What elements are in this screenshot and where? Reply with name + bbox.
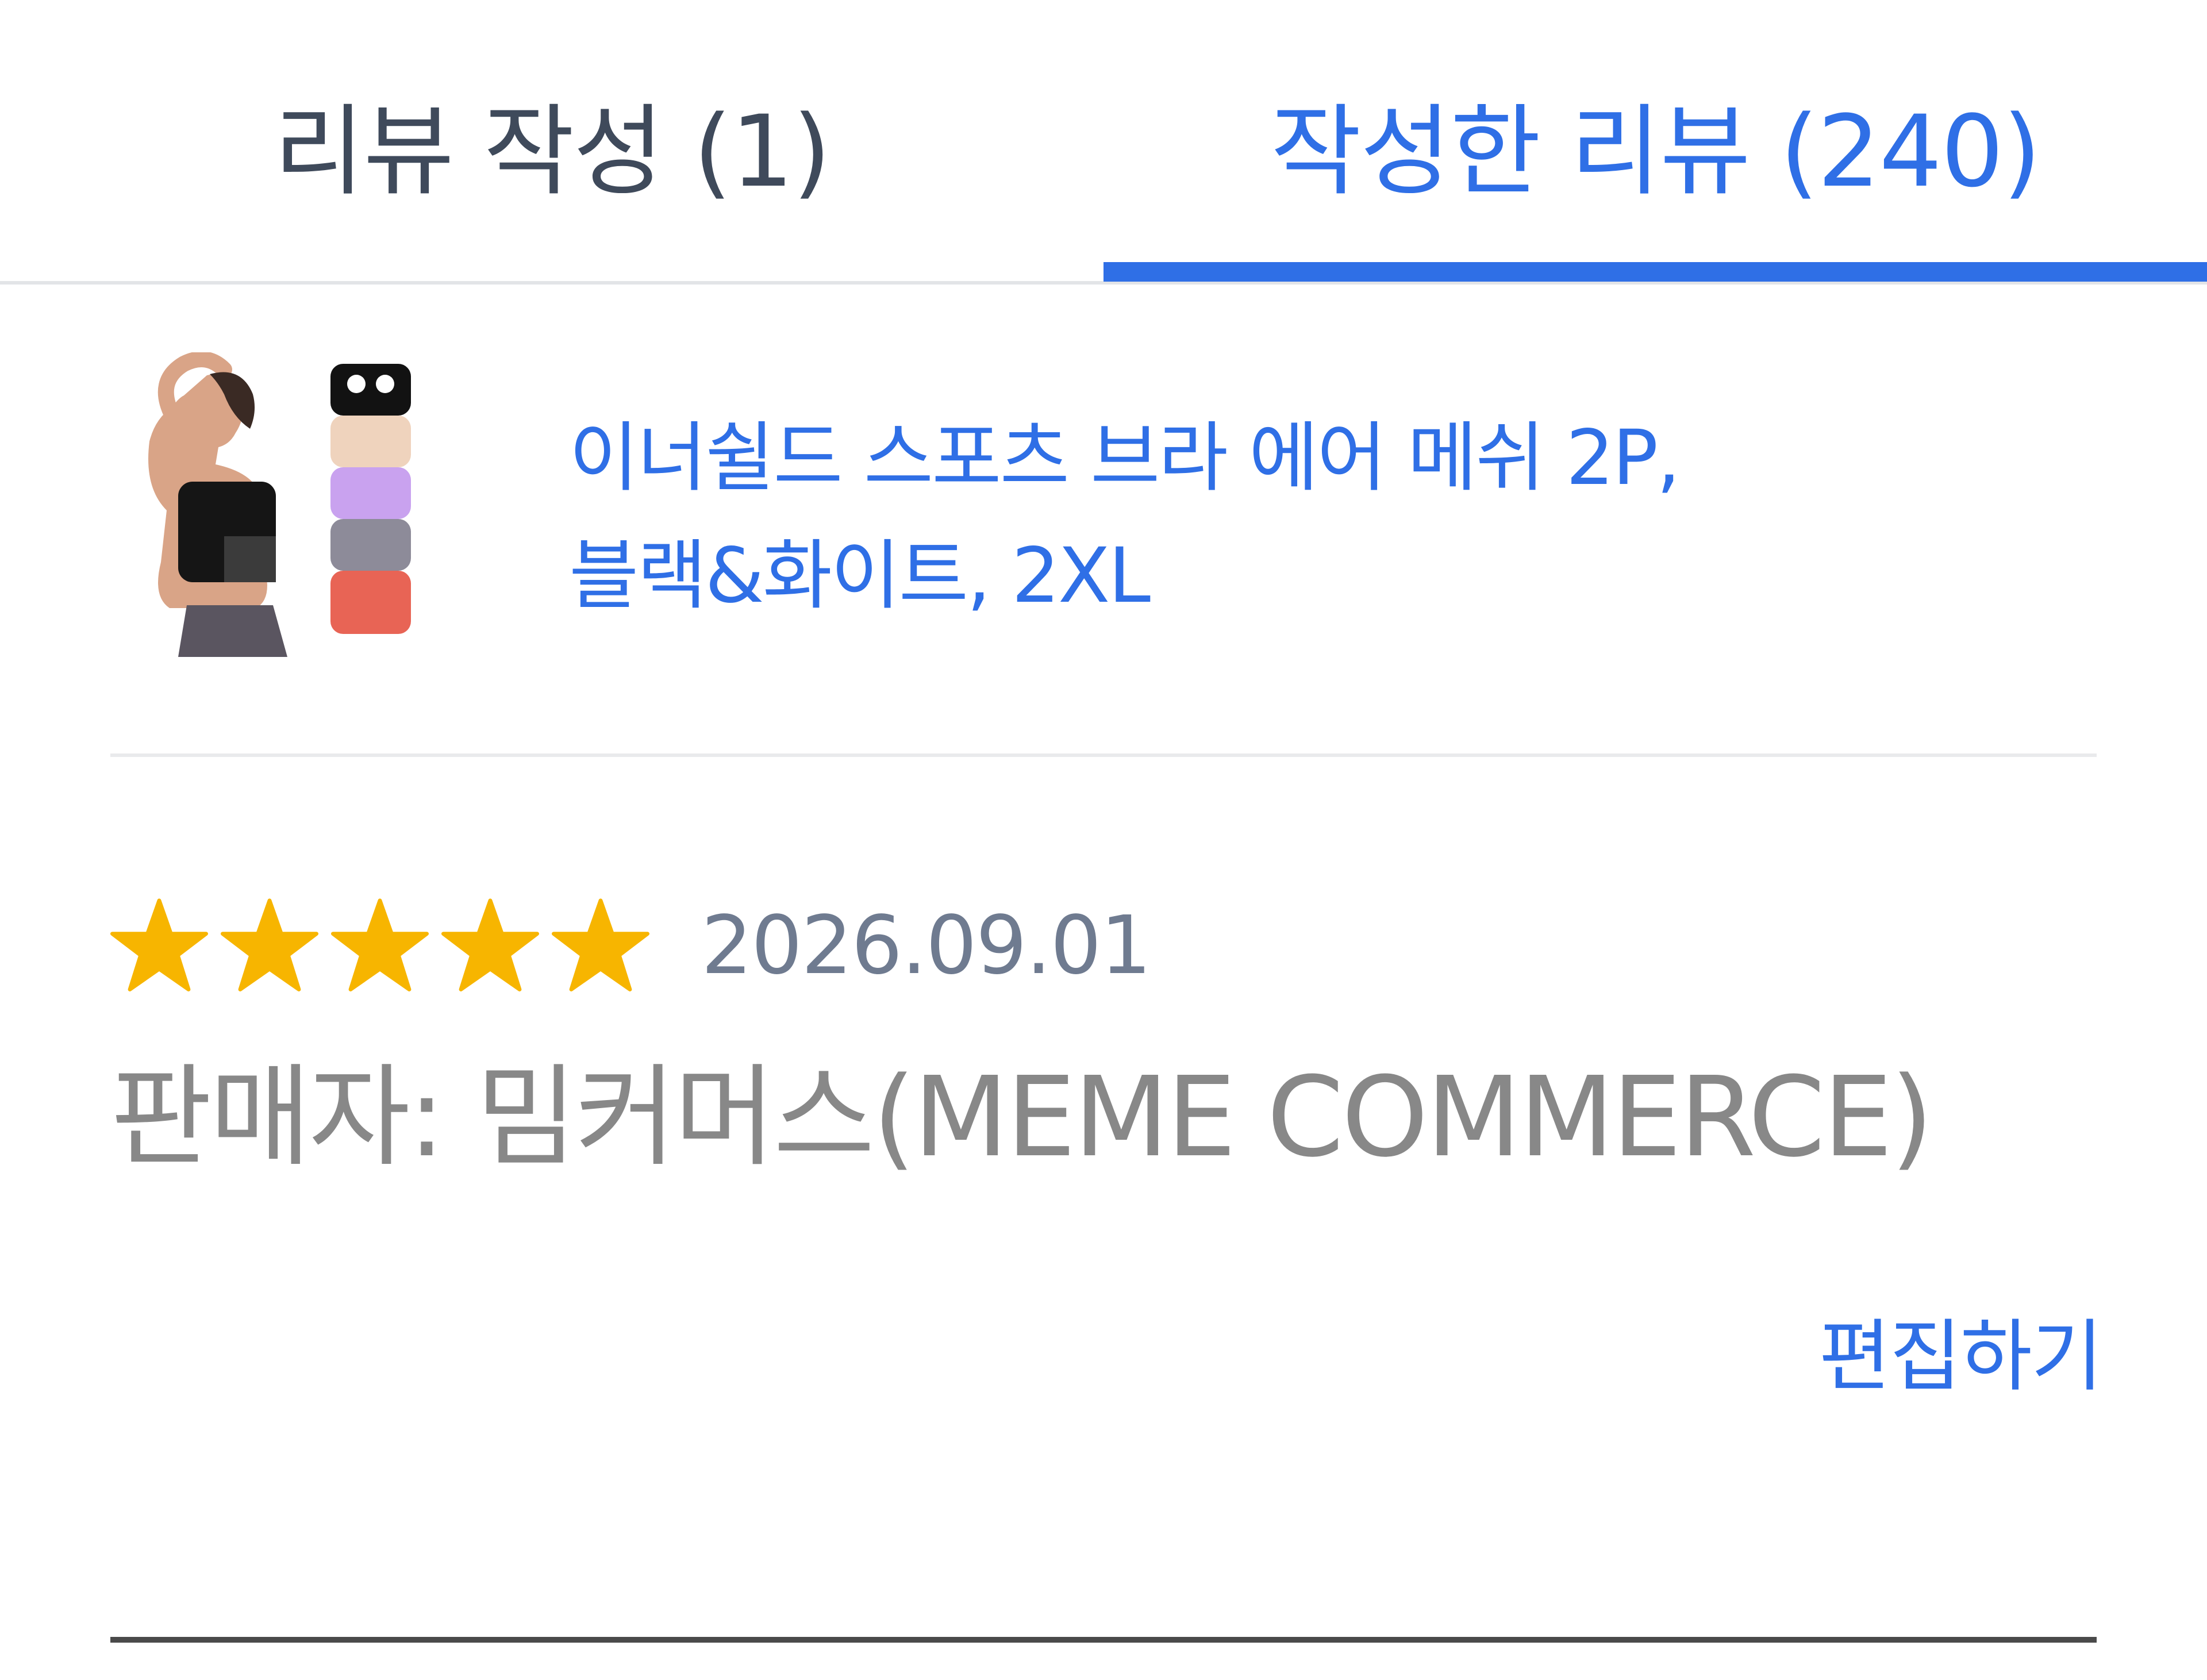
review-rating-row: 2026.09.01: [110, 885, 1152, 1006]
star-rating: [110, 897, 649, 994]
product-thumbnail[interactable]: [138, 352, 443, 657]
tab-written-reviews-label: 작성한 리뷰 (240): [1270, 93, 2041, 209]
product-name-link[interactable]: 이너쉴드 스포츠 브라 에어 메쉬 2P, 블랙&화이트, 2XL: [569, 399, 1948, 635]
tab-write-review[interactable]: 리뷰 작성 (1): [0, 0, 1104, 285]
section-divider: [110, 753, 2097, 757]
tab-write-review-label: 리뷰 작성 (1): [274, 93, 831, 209]
seller-name: 판매자: 밈커머스(MEME COMMERCE): [110, 1054, 1933, 1182]
review-tabs: 리뷰 작성 (1) 작성한 리뷰 (240): [0, 0, 2207, 285]
star-icon: [221, 897, 318, 994]
star-icon: [441, 897, 539, 994]
tab-written-reviews[interactable]: 작성한 리뷰 (240): [1104, 0, 2207, 285]
product-name-line-2: 블랙&화이트, 2XL: [569, 532, 1151, 620]
star-icon: [110, 897, 208, 994]
review-date: 2026.09.01: [701, 898, 1152, 993]
star-icon: [552, 897, 649, 994]
product-image-icon: [148, 352, 411, 657]
product-name-line-1: 이너쉴드 스포츠 브라 에어 메쉬 2P,: [569, 414, 1681, 502]
active-tab-indicator: [1104, 262, 2207, 282]
reviewed-product: 이너쉴드 스포츠 브라 에어 메쉬 2P, 블랙&화이트, 2XL: [0, 285, 2207, 756]
edit-review-button[interactable]: 편집하기: [1819, 1293, 2103, 1406]
star-icon: [331, 897, 429, 994]
review-bottom-divider: [110, 1637, 2097, 1643]
